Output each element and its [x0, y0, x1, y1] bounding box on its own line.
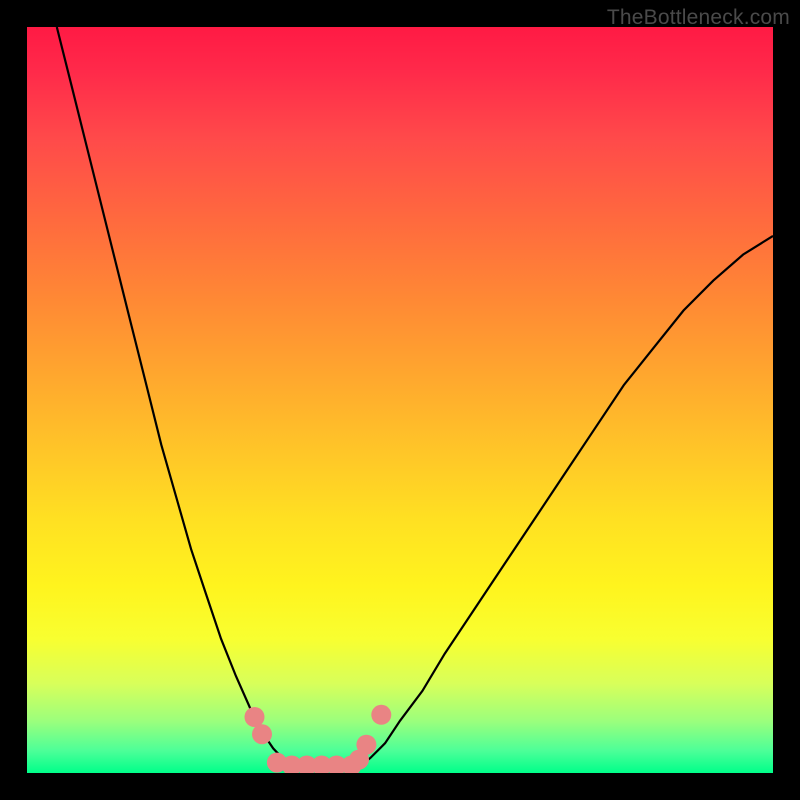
- chart-frame: TheBottleneck.com: [0, 0, 800, 800]
- curve-layer: [27, 27, 773, 773]
- watermark-text: TheBottleneck.com: [607, 6, 790, 30]
- marker-dot: [245, 707, 265, 727]
- right-branch-curve: [355, 236, 773, 769]
- bottom-marker-group: [245, 705, 392, 773]
- marker-dot: [371, 705, 391, 725]
- marker-dot: [252, 724, 272, 744]
- plot-area: [27, 27, 773, 773]
- left-branch-curve: [57, 27, 296, 769]
- marker-dot: [356, 735, 376, 755]
